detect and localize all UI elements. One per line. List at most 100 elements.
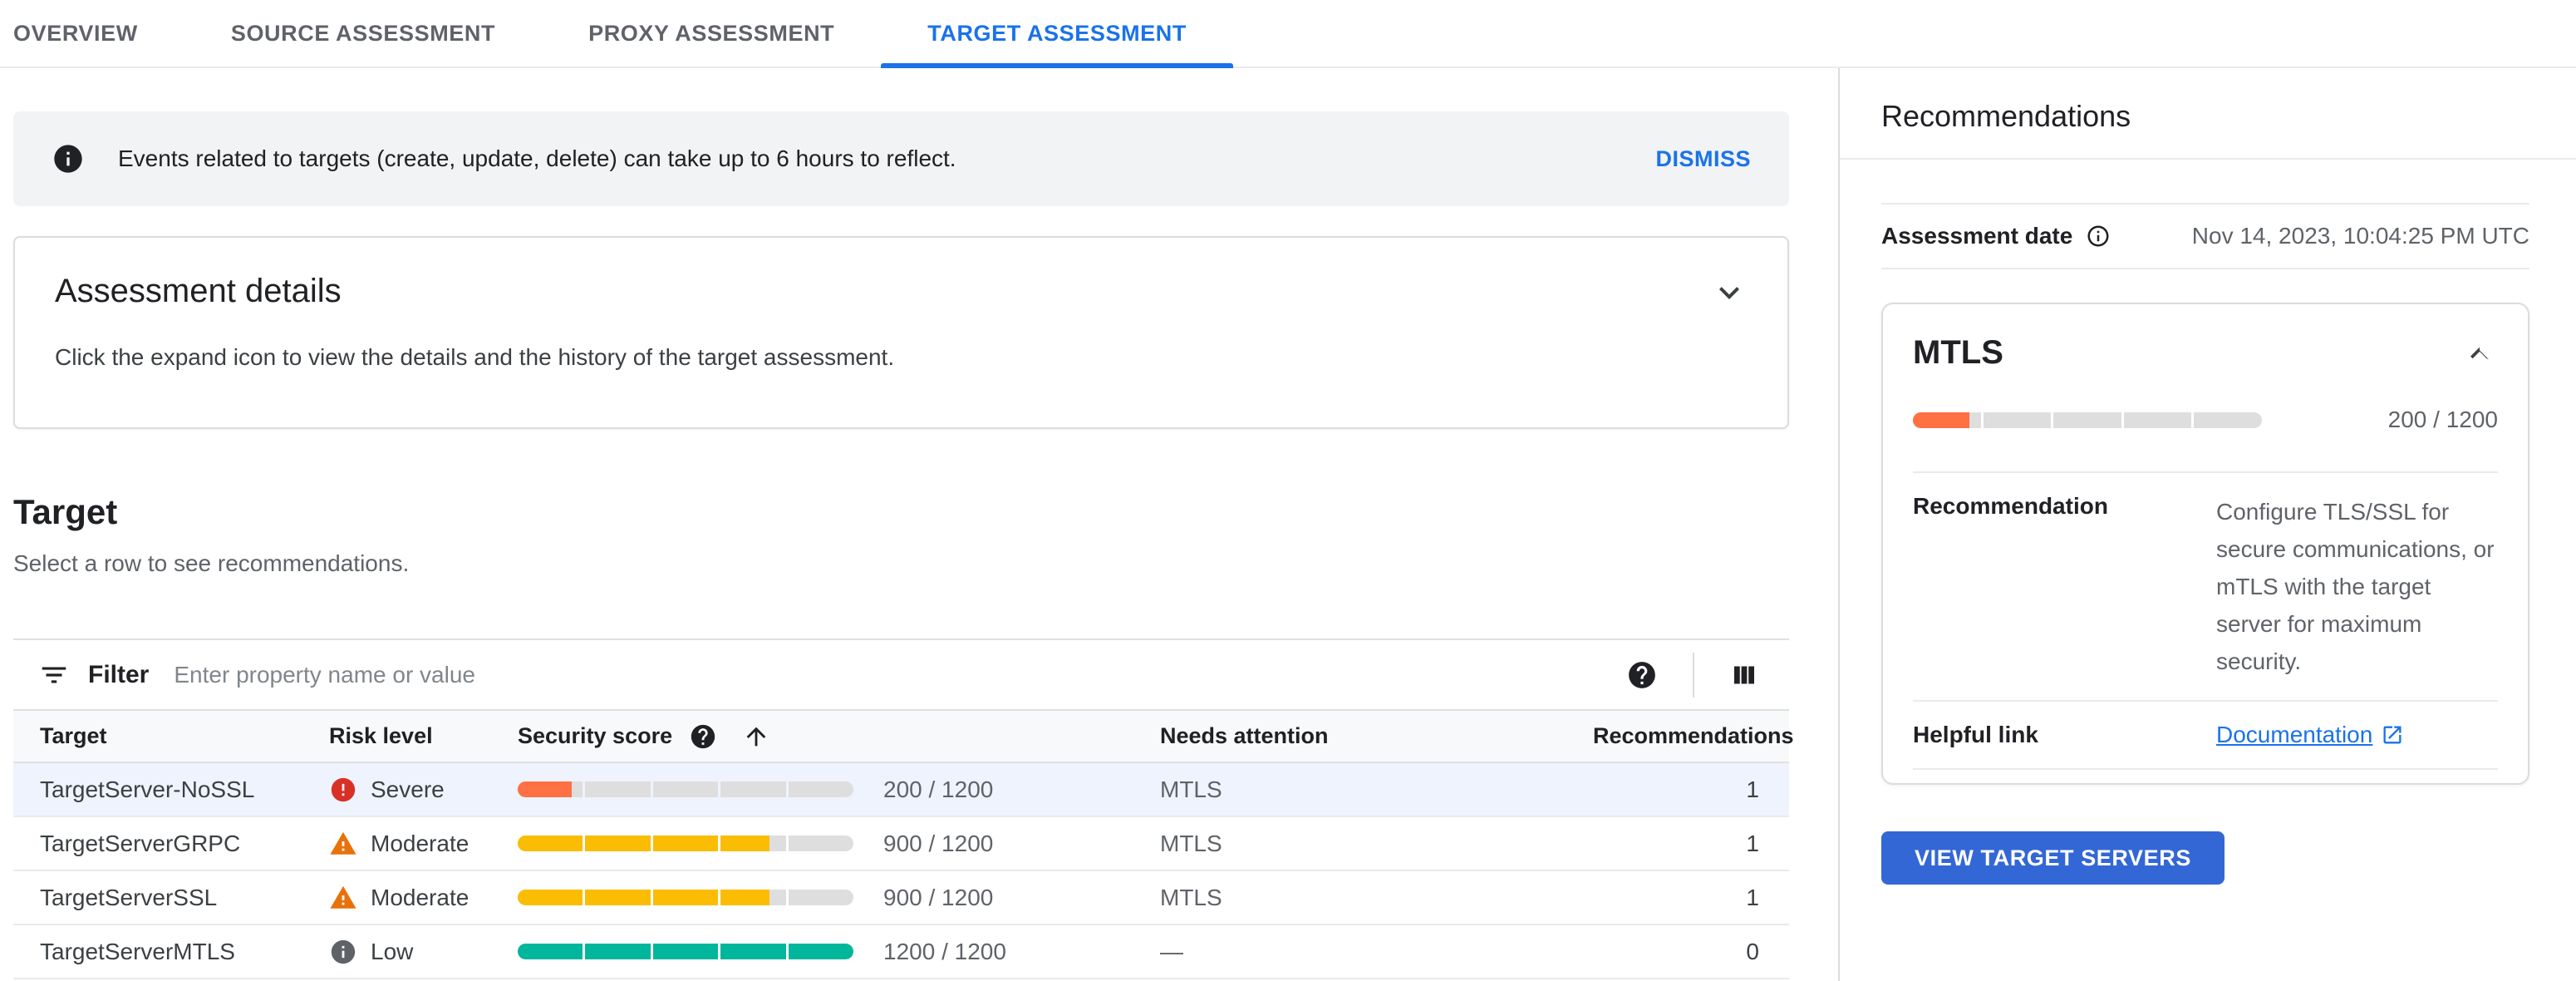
target-section-subtitle: Select a row to see recommendations.	[13, 550, 410, 576]
column-settings-icon[interactable]	[1729, 660, 1759, 690]
target-name: TargetServerMTLS	[40, 938, 235, 964]
assessment-date-info-icon[interactable]	[2086, 224, 2111, 249]
assessment-date-row: Assessment date Nov 14, 2023, 10:04:25 P…	[1881, 203, 2529, 269]
risk-level-label: Severe	[371, 776, 445, 802]
security-score-bar	[518, 890, 854, 905]
score-bar-segment	[652, 944, 719, 959]
score-bar-segment	[2123, 412, 2192, 428]
score-bar-segment	[1983, 412, 2052, 428]
recommendations-count: 1	[1746, 830, 1759, 856]
filter-label: Filter	[88, 660, 150, 688]
assessment-details-card: Assessment details Click the expand icon…	[13, 236, 1789, 429]
score-bar-segment	[720, 781, 786, 797]
table-row[interactable]: TargetServer-NoSSL Severe 200 / 1200 MTL…	[13, 763, 1789, 817]
security-score-bar	[518, 836, 854, 851]
moderate-risk-icon	[329, 830, 357, 858]
view-target-servers-button[interactable]: VIEW TARGET SERVERS	[1881, 831, 2225, 885]
column-header-target: Target	[40, 723, 107, 748]
target-name: TargetServer-NoSSL	[40, 776, 255, 802]
mtls-score-value: 200 / 1200	[2387, 407, 2498, 432]
table-header-row: Target Risk level Security score Needs a…	[13, 709, 1794, 763]
needs-attention-value: —	[1160, 938, 1183, 964]
security-score-value: 1200 / 1200	[883, 938, 1006, 964]
column-header-needs-attention: Needs attention	[1160, 723, 1329, 748]
info-banner: Events related to targets (create, updat…	[13, 111, 1789, 206]
helpful-link-label: Helpful link	[1913, 722, 2038, 747]
dismiss-button[interactable]: DISMISS	[1655, 146, 1751, 172]
score-bar-segment	[720, 944, 786, 959]
mtls-score-bar	[1913, 412, 2262, 428]
column-header-risk-level: Risk level	[329, 723, 433, 748]
chevron-up-icon[interactable]	[2461, 335, 2498, 372]
security-score-help-icon[interactable]	[689, 722, 717, 751]
assessment-date-label: Assessment date	[1881, 223, 2073, 249]
tab-proxy-assessment[interactable]: PROXY ASSESSMENT	[542, 0, 881, 67]
assessment-details-title: Assessment details	[55, 273, 342, 309]
moderate-risk-icon	[329, 884, 357, 912]
score-bar-segment	[788, 944, 854, 959]
score-bar-segment	[652, 890, 719, 905]
filter-bar: Filter	[13, 638, 1789, 709]
needs-attention-value: MTLS	[1160, 776, 1222, 802]
score-bar-segment	[652, 781, 719, 797]
mtls-card-title: MTLS	[1913, 334, 2003, 371]
score-bar-segment	[585, 836, 651, 851]
score-bar-segment	[788, 890, 854, 905]
target-table: Filter Target Risk level Security score	[13, 638, 1794, 979]
documentation-link[interactable]: Documentation	[2216, 722, 2404, 748]
tab-target-assessment[interactable]: TARGET ASSESSMENT	[881, 0, 1233, 68]
recommendations-count: 1	[1746, 884, 1759, 910]
security-score-bar	[518, 944, 854, 959]
table-row[interactable]: TargetServerSSL Moderate 900 / 1200 MTLS…	[13, 871, 1789, 925]
score-bar-segment	[2194, 412, 2262, 428]
recommendations-count: 1	[1746, 776, 1759, 802]
recommendation-label: Recommendation	[1913, 493, 2108, 519]
filter-help-icon[interactable]	[1626, 659, 1658, 691]
needs-attention-value: MTLS	[1160, 830, 1222, 856]
low-risk-icon	[329, 938, 357, 966]
tab-bar: OVERVIEW SOURCE ASSESSMENT PROXY ASSESSM…	[0, 0, 2576, 68]
target-name: TargetServerSSL	[40, 884, 218, 910]
risk-level-label: Moderate	[371, 830, 469, 856]
table-row[interactable]: TargetServerGRPC Moderate 900 / 1200 MTL…	[13, 817, 1789, 871]
target-section-title: Target	[13, 492, 118, 531]
security-score-value: 900 / 1200	[883, 830, 994, 856]
recommendation-row: Recommendation Configure TLS/SSL for sec…	[1913, 473, 2498, 702]
recommendations-panel: Recommendations Assessment date Nov 14, …	[1838, 68, 2576, 981]
table-row[interactable]: TargetServerMTLS Low 1200 / 1200 — 0	[13, 925, 1789, 979]
security-score-value: 900 / 1200	[883, 884, 994, 910]
external-link-icon	[2381, 723, 2404, 747]
severe-risk-icon	[329, 776, 357, 804]
score-bar-segment	[788, 836, 854, 851]
recommendations-count: 0	[1746, 938, 1759, 964]
risk-level-label: Low	[371, 938, 414, 964]
score-bar-segment	[585, 944, 651, 959]
score-bar-segment	[518, 890, 583, 905]
tab-overview[interactable]: OVERVIEW	[0, 0, 184, 67]
tab-source-assessment[interactable]: SOURCE ASSESSMENT	[184, 0, 542, 67]
security-score-value: 200 / 1200	[883, 776, 994, 802]
target-name: TargetServerGRPC	[40, 830, 241, 856]
filter-input[interactable]	[174, 661, 1626, 688]
panel-divider	[1840, 158, 2576, 160]
chevron-down-icon[interactable]	[1709, 273, 1749, 313]
mtls-recommendation-card: MTLS 200 / 1200 Recommendation Configure…	[1881, 303, 2529, 785]
score-bar-segment	[585, 890, 651, 905]
score-bar-segment	[585, 781, 651, 797]
needs-attention-value: MTLS	[1160, 884, 1222, 910]
score-bar-segment	[518, 836, 583, 851]
assessment-details-description: Click the expand icon to view the detail…	[55, 344, 895, 370]
info-icon	[52, 142, 85, 175]
score-bar-segment	[2053, 412, 2121, 428]
panel-title: Recommendations	[1881, 99, 2131, 133]
table-body: TargetServer-NoSSL Severe 200 / 1200 MTL…	[13, 763, 1789, 979]
helpful-link-row: Helpful link Documentation	[1913, 702, 2498, 770]
sort-ascending-icon[interactable]	[742, 722, 770, 751]
column-header-security-score: Security score	[518, 723, 673, 748]
score-bar-segment	[518, 781, 583, 797]
score-bar-segment	[518, 944, 583, 959]
score-bar-segment	[788, 781, 854, 797]
column-header-recommendations: Recommendations	[1593, 723, 1794, 748]
score-bar-segment	[1913, 412, 1981, 428]
banner-message: Events related to targets (create, updat…	[118, 145, 956, 171]
